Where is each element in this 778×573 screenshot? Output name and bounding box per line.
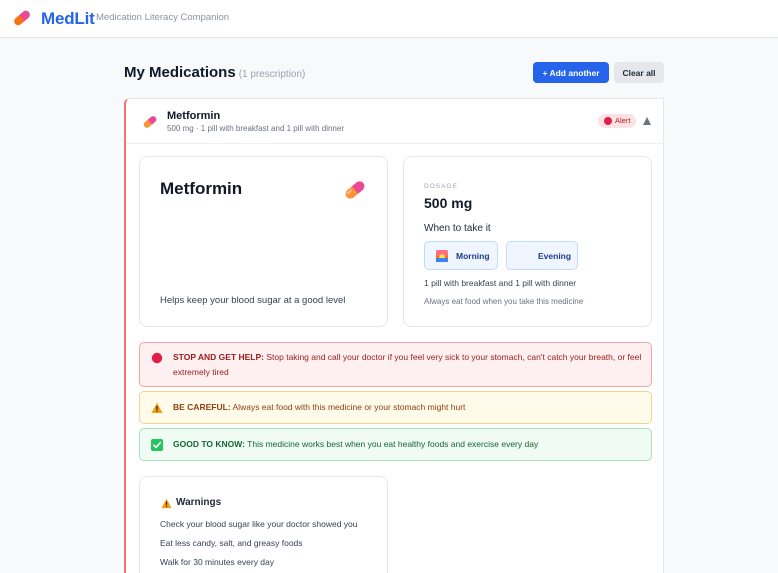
warnings-title: Warnings [176,497,222,508]
pill-icon [143,116,157,128]
dosage-panel: DOSAGE 500 mg When to take it Morning Ev… [403,156,652,327]
red-circle-icon [151,352,163,364]
warning-item: Eat less candy, salt, and greasy foods [160,538,303,548]
time-chip-label: Evening [538,251,572,261]
info-banner-message: This medicine works best when you eat he… [247,439,539,449]
warning-item: Walk for 30 minutes every day [160,557,275,567]
time-chip-evening: Evening [506,241,578,270]
moon-icon [519,251,527,262]
pill-logo-icon [14,10,30,26]
info-banner-text: GOOD TO KNOW: This medicine works best w… [173,437,643,452]
check-mark-icon [151,439,163,451]
clear-all-button[interactable]: Clear all [614,62,664,83]
prescription-count: (1 prescription) [238,69,306,80]
warning-item: Check your blood sugar like your doctor … [160,519,358,529]
collapse-chevron-icon[interactable] [643,117,651,125]
danger-banner-text: STOP AND GET HELP: Stop taking and call … [173,350,643,380]
brand-name[interactable]: MedLit [41,9,95,29]
page-title: My Medications (1 prescription) [124,64,305,81]
sunrise-icon [436,250,448,262]
medication-card-header[interactable]: Metformin 500 mg · 1 pill with breakfast… [126,99,664,144]
dosage-label: DOSAGE [424,183,458,190]
medication-purpose: Helps keep your blood sugar at a good le… [160,295,346,306]
info-banner-heading: GOOD TO KNOW: [173,439,245,449]
medication-card: Metformin 500 mg · 1 pill with breakfast… [124,98,664,573]
add-another-button[interactable]: + Add another [533,62,609,83]
caution-banner-message: Always eat food with this medicine or yo… [232,402,466,412]
medication-header-summary: 500 mg · 1 pill with breakfast and 1 pil… [167,124,344,133]
warning-icon [151,402,163,413]
medication-overview-panel: Metformin Helps keep your blood sugar at… [139,156,388,327]
top-bar: MedLit Medication Literacy Companion [0,0,778,38]
time-chip-label: Morning [456,251,490,261]
alert-badge-label: Alert [615,116,631,125]
info-banner: GOOD TO KNOW: This medicine works best w… [139,428,652,461]
alert-dot-icon [604,117,612,125]
medication-header-name: Metformin [167,110,221,122]
page-title-text: My Medications [124,64,236,81]
danger-banner: STOP AND GET HELP: Stop taking and call … [139,342,652,387]
dosage-value: 500 mg [424,195,473,211]
dosing-instruction: 1 pill with breakfast and 1 pill with di… [424,278,577,288]
when-to-take-label: When to take it [424,223,491,234]
warnings-panel: Warnings Check your blood sugar like you… [139,476,388,573]
caution-banner: BE CAREFUL: Always eat food with this me… [139,391,652,424]
tagline: Medication Literacy Companion [96,12,230,23]
warning-icon [161,498,172,509]
caution-banner-text: BE CAREFUL: Always eat food with this me… [173,400,643,415]
pill-icon [345,181,365,199]
caution-banner-heading: BE CAREFUL: [173,402,231,412]
danger-banner-heading: STOP AND GET HELP: [173,352,264,362]
medication-name: Metformin [160,179,243,198]
food-note: Always eat food when you take this medic… [424,297,584,306]
time-chip-morning: Morning [424,241,498,270]
alert-badge: Alert [598,114,637,128]
